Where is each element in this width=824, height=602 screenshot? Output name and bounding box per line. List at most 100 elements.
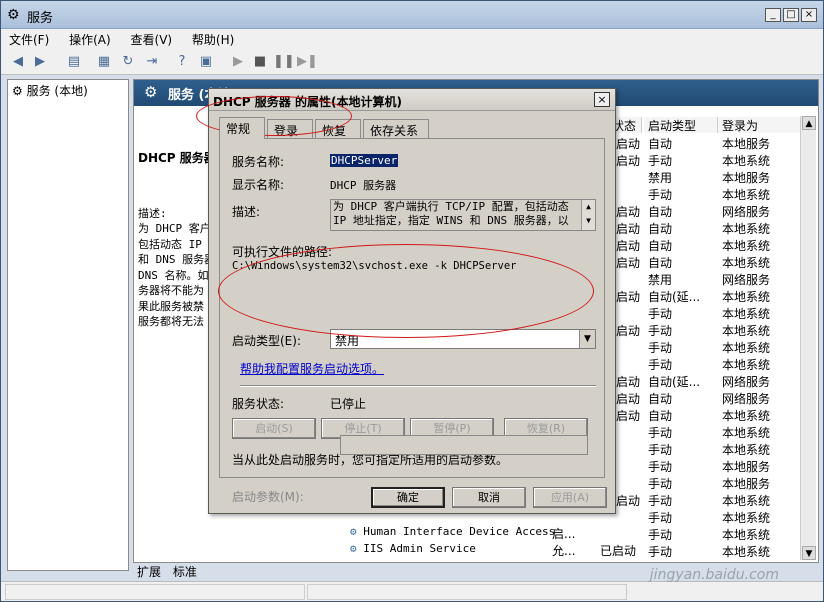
- cancel-button[interactable]: 取消: [452, 487, 526, 508]
- divider: [240, 385, 596, 387]
- display-name-value[interactable]: DHCP 服务器: [330, 177, 396, 193]
- table-cell-logon: 网络服务: [722, 273, 771, 287]
- service-status-value: 已停止: [330, 397, 367, 411]
- tree-node-services-local[interactable]: ⚙ 服务 (本地): [12, 82, 88, 99]
- display-name-label: 显示名称:: [232, 178, 285, 192]
- tab-dependencies[interactable]: 依存关系: [363, 119, 429, 139]
- table-cell-startup: 手动: [648, 443, 673, 457]
- table-cell-logon: 本地系统: [722, 154, 771, 168]
- table-cell-status: 启动: [616, 409, 641, 423]
- table-cell-startup: 禁用: [648, 273, 673, 287]
- table-cell-status: 已启动: [600, 544, 637, 558]
- menu-action[interactable]: 操作(A): [61, 29, 119, 50]
- tab-logon[interactable]: 登录: [267, 119, 313, 139]
- tab-standard[interactable]: 标准: [169, 563, 201, 580]
- table-cell-startup: 禁用: [648, 171, 673, 185]
- minimize-button[interactable]: _: [765, 8, 781, 22]
- show-hide-icon[interactable]: ▣: [197, 53, 215, 71]
- description-box[interactable]: 为 DHCP 客户端执行 TCP/IP 配置，包括动态 IP 地址指定，指定 W…: [330, 199, 596, 231]
- table-cell-status: 启动: [616, 205, 641, 219]
- table-cell-status: 启动: [616, 494, 641, 508]
- table-cell-logon: 本地系统: [722, 511, 771, 525]
- properties-icon[interactable]: ▦: [95, 53, 113, 71]
- table-cell-startup: 手动: [648, 477, 673, 491]
- table-row[interactable]: ⚙ IIS Admin Service: [350, 542, 476, 555]
- tab-extended[interactable]: 扩展: [133, 563, 165, 580]
- description-label: 描述:: [232, 205, 261, 219]
- start-button[interactable]: 启动(S): [232, 418, 316, 439]
- help-icon[interactable]: ?: [173, 53, 191, 71]
- back-arrow-icon[interactable]: ◀: [9, 53, 27, 71]
- menu-bar: 文件(F) 操作(A) 查看(V) 帮助(H): [1, 29, 823, 49]
- tab-general[interactable]: 常规: [219, 117, 265, 139]
- description-scrollbar[interactable]: ▲ ▼: [581, 200, 595, 230]
- table-cell-logon: 本地系统: [722, 426, 771, 440]
- refresh-icon[interactable]: ↻: [119, 53, 137, 71]
- chevron-down-icon[interactable]: ▼: [579, 330, 595, 348]
- table-cell-status: 启动: [616, 375, 641, 389]
- executable-path: C:\Windows\system32\svchost.exe -k DHCPS…: [232, 260, 517, 272]
- vertical-scrollbar[interactable]: ▲ ▼: [800, 116, 816, 560]
- table-cell-logon: 本地系统: [722, 290, 771, 304]
- table-cell-startup: 手动: [648, 426, 673, 440]
- help-configure-link[interactable]: 帮助我配置服务启动选项。: [240, 360, 384, 377]
- ok-button[interactable]: 确定: [371, 487, 445, 508]
- table-cell-status: 启动: [616, 154, 641, 168]
- menu-file[interactable]: 文件(F): [1, 29, 57, 50]
- status-bar: [1, 581, 823, 601]
- table-cell-logon: 网络服务: [722, 205, 771, 219]
- startup-type-select[interactable]: 禁用 ▼: [330, 329, 596, 349]
- properties-dialog: DHCP 服务器 的属性(本地计算机) × 常规 登录 恢复 依存关系 服务名称…: [208, 88, 616, 514]
- maximize-button[interactable]: □: [783, 8, 799, 22]
- table-cell-status: 启动: [616, 290, 641, 304]
- table-cell-startup: 手动: [648, 341, 673, 355]
- window-title: 服务: [27, 11, 54, 26]
- toolbar: ◀ ▶ ▤ ▦ ↻ ⇥ ? ▣ ▶ ■ ❚❚ ▶❚: [1, 49, 823, 75]
- console-tree-icon[interactable]: ▤: [65, 53, 83, 71]
- table-cell-logon: 本地系统: [722, 358, 771, 372]
- table-row[interactable]: ⚙ Human Interface Device Access: [350, 525, 555, 538]
- table-cell-startup: 手动: [648, 460, 673, 474]
- table-cell-logon: 本地系统: [722, 324, 771, 338]
- restart-service-icon[interactable]: ▶❚: [297, 53, 318, 71]
- column-logon-as[interactable]: 登录为: [718, 117, 804, 133]
- table-cell-status: 启动: [616, 222, 641, 236]
- column-startup-type[interactable]: 启动类型: [644, 117, 718, 133]
- table-cell-startup: 手动: [648, 188, 673, 202]
- tab-recovery[interactable]: 恢复: [315, 119, 361, 139]
- table-cell-startup: 自动(延...: [648, 375, 701, 389]
- general-tab-panel: 服务名称: DHCPServer 显示名称: DHCP 服务器 描述: 为 DH…: [219, 138, 605, 504]
- watermark-text: jingyan.baidu.com: [649, 567, 779, 583]
- table-cell-logon: 本地系统: [722, 341, 771, 355]
- start-params-input[interactable]: [340, 435, 588, 455]
- menu-view[interactable]: 查看(V): [123, 29, 181, 50]
- dialog-close-button[interactable]: ×: [594, 92, 610, 107]
- start-service-icon[interactable]: ▶: [229, 53, 247, 71]
- export-list-icon[interactable]: ⇥: [143, 53, 161, 71]
- pause-service-icon[interactable]: ❚❚: [273, 53, 295, 71]
- table-cell-logon: 本地系统: [722, 222, 771, 236]
- dialog-title: DHCP 服务器 的属性(本地计算机): [213, 95, 402, 109]
- description-text: 为 DHCP 客户端执行 TCP/IP 配置，包括动态 IP 地址指定，指定 W…: [333, 200, 569, 227]
- table-cell-logon: 本地系统: [722, 494, 771, 508]
- table-cell-startup: 手动: [648, 307, 673, 321]
- status-segment: [5, 584, 305, 600]
- table-cell-status: 启动: [616, 324, 641, 338]
- table-cell-startup: 手动: [648, 528, 673, 542]
- table-cell-logon: 网络服务: [722, 392, 771, 406]
- table-cell-status: 启动: [616, 392, 641, 406]
- service-gear-icon: ⚙: [350, 525, 357, 538]
- table-cell-logon: 本地系统: [722, 188, 771, 202]
- startup-type-label: 启动类型(E):: [232, 334, 301, 348]
- table-cell-startup: 自动: [648, 256, 673, 270]
- apply-button[interactable]: 应用(A): [533, 487, 607, 508]
- scroll-up-arrow-icon[interactable]: ▲: [802, 116, 816, 130]
- startup-type-value: 禁用: [335, 334, 360, 348]
- service-name-value[interactable]: DHCPServer: [330, 154, 399, 167]
- scroll-down-arrow-icon[interactable]: ▼: [802, 546, 816, 560]
- start-params-label: 启动参数(M):: [232, 490, 304, 504]
- close-button[interactable]: ×: [801, 8, 817, 22]
- menu-help[interactable]: 帮助(H): [184, 29, 242, 50]
- forward-arrow-icon[interactable]: ▶: [31, 53, 49, 71]
- stop-service-icon[interactable]: ■: [251, 53, 269, 71]
